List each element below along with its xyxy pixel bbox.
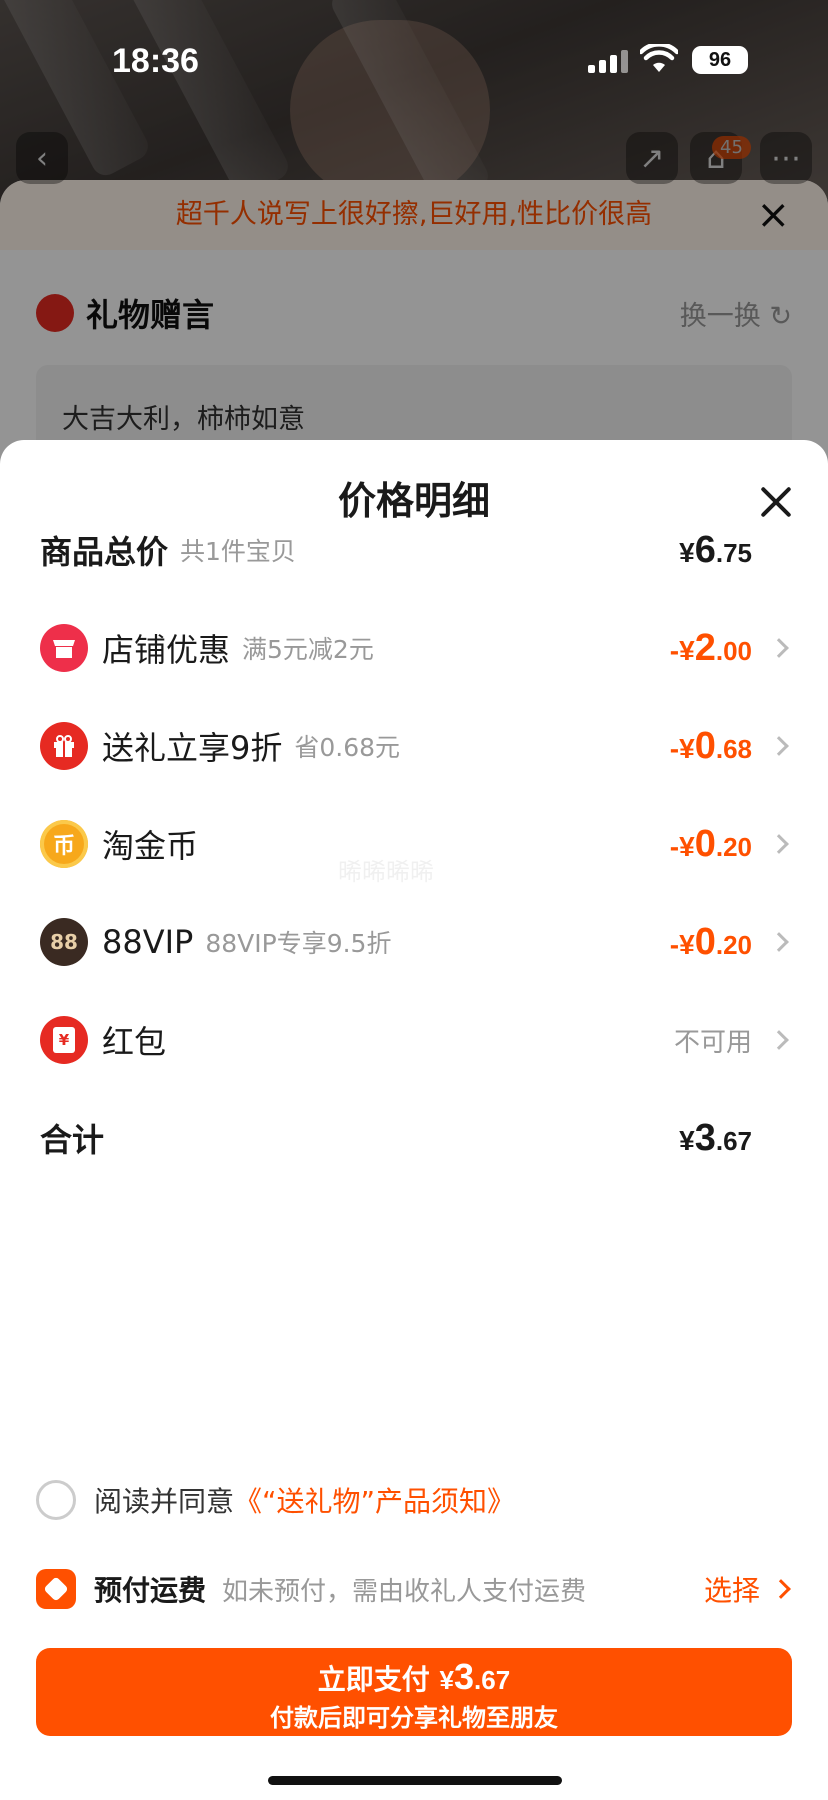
- prepay-shipping-row: 预付运费 如未预付，需由收礼人支付运费 选择: [36, 1564, 792, 1614]
- prepay-title: 预付运费: [94, 1574, 207, 1607]
- chevron-right-icon: [769, 1030, 789, 1050]
- status-bar: 18:36 96: [0, 0, 828, 110]
- store-discount-label: 店铺优惠: [102, 631, 231, 669]
- red-packet-status: 不可用: [673, 1027, 752, 1058]
- gift-discount-amount: -¥0.68: [669, 724, 752, 767]
- pay-now-button[interactable]: 立即支付 ¥3.67 付款后即可分享礼物至朋友: [36, 1648, 792, 1736]
- gift-discount-label: 送礼立享9折: [102, 729, 283, 767]
- vip-label: 88VIP: [102, 923, 194, 961]
- home-indicator[interactable]: [268, 1776, 562, 1785]
- subtotal-label: 商品总价: [40, 533, 169, 571]
- chevron-right-icon: [771, 1579, 791, 1599]
- agreement-text: 阅读并同意: [94, 1485, 235, 1518]
- vip-icon: 88: [40, 918, 88, 966]
- agreement-link[interactable]: 《“送礼物”产品须知》: [234, 1480, 515, 1520]
- prepay-description: 如未预付，需由收礼人支付运费: [222, 1576, 587, 1607]
- wifi-icon: [638, 42, 680, 78]
- vip-row[interactable]: 88 88VIP 88VIP专享9.5折 -¥0.20: [40, 912, 790, 972]
- total-label: 合计: [40, 1121, 105, 1159]
- watermark: 晞晞晞晞: [338, 858, 434, 886]
- prepay-select-button[interactable]: 选择: [704, 1569, 792, 1609]
- chevron-right-icon: [769, 834, 789, 854]
- red-packet-row[interactable]: ¥ 红包 不可用: [40, 1010, 790, 1070]
- close-icon[interactable]: [758, 484, 794, 520]
- subtotal-amount: ¥6.75: [679, 528, 752, 571]
- agreement-row: 阅读并同意 《“送礼物”产品须知》: [36, 1480, 515, 1520]
- coin-icon: 币: [40, 820, 88, 868]
- subtotal-row: 商品总价 共1件宝贝 ¥6.75: [40, 520, 790, 580]
- red-packet-icon: ¥: [40, 1016, 88, 1064]
- total-amount: ¥3.67: [679, 1116, 752, 1159]
- vip-amount: -¥0.20: [669, 920, 752, 963]
- status-time: 18:36: [112, 42, 199, 80]
- chevron-right-icon: [769, 932, 789, 952]
- total-row: 合计 ¥3.67: [40, 1108, 790, 1168]
- pay-now-line: 立即支付 ¥3.67: [317, 1656, 511, 1697]
- gift-discount-saving: 省0.68元: [294, 733, 401, 762]
- store-icon: [40, 624, 88, 672]
- chevron-right-icon: [769, 638, 789, 658]
- item-count: 共1件宝贝: [180, 537, 296, 566]
- shipping-icon: [36, 1569, 76, 1609]
- gift-icon: [40, 722, 88, 770]
- prepay-select-label: 选择: [703, 1574, 760, 1607]
- vip-discount-rule: 88VIP专享9.5折: [205, 929, 392, 958]
- pay-subtext: 付款后即可分享礼物至朋友: [270, 1704, 558, 1732]
- tao-coin-label: 淘金币: [102, 827, 199, 865]
- agreement-checkbox[interactable]: [36, 1480, 76, 1520]
- battery-indicator: 96: [692, 46, 748, 74]
- pay-now-label: 立即支付: [317, 1663, 430, 1696]
- pay-amount-int: 3: [454, 1656, 475, 1697]
- sheet-title: 价格明细: [337, 479, 490, 523]
- store-discount-rule: 满5元减2元: [242, 635, 374, 664]
- store-discount-amount: -¥2.00: [669, 626, 752, 669]
- store-discount-row[interactable]: 店铺优惠 满5元减2元 -¥2.00: [40, 618, 790, 678]
- red-packet-label: 红包: [102, 1023, 167, 1061]
- tao-coin-amount: -¥0.20: [669, 822, 752, 865]
- cellular-signal-icon: [588, 50, 628, 73]
- chevron-right-icon: [769, 736, 789, 756]
- gift-discount-row[interactable]: 送礼立享9折 省0.68元 -¥0.68: [40, 716, 790, 776]
